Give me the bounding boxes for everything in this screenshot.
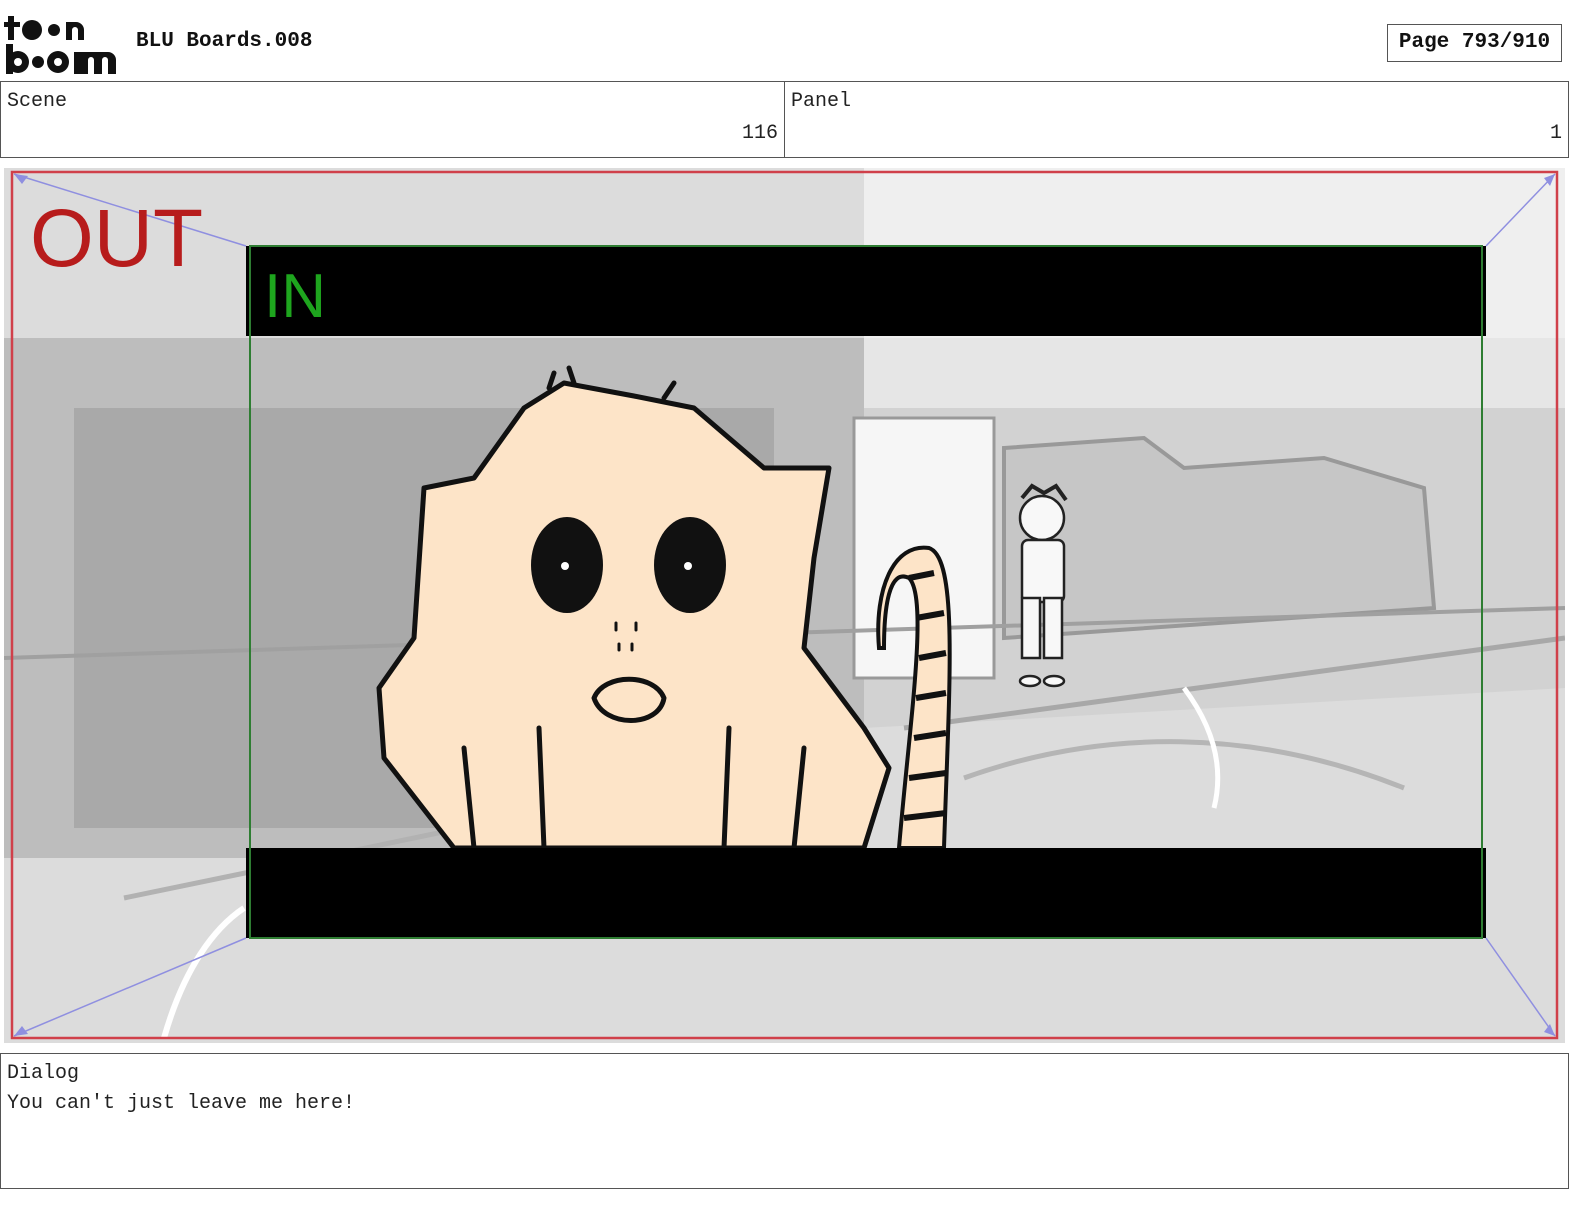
in-frame-label: IN [264,262,326,331]
document-title: BLU Boards.008 [136,30,313,53]
scene-cell: Scene 116 [1,82,784,157]
scene-panel-row: Scene 116 Panel 1 [0,81,1569,158]
panel-label: Panel [791,90,852,113]
panel-cell: Panel 1 [784,82,1568,157]
storyboard-drawing [4,168,1565,1043]
letterbox-top [246,246,1486,336]
scene-label: Scene [7,90,68,113]
dialog-label: Dialog [7,1062,80,1085]
panel-number: 1 [1549,122,1562,145]
page-indicator: Page 793/910 [1387,24,1562,62]
letterbox-bottom [246,848,1486,938]
storyboard-frame: OUT IN [4,168,1565,1043]
human-figure [1018,483,1068,688]
toon-boom-logo [4,12,116,76]
dialog-text: You can't just leave me here! [7,1092,356,1115]
dialog-box: Dialog You can't just leave me here! [0,1053,1569,1189]
out-frame-label: OUT [30,193,204,284]
scene-number: 116 [741,122,778,145]
